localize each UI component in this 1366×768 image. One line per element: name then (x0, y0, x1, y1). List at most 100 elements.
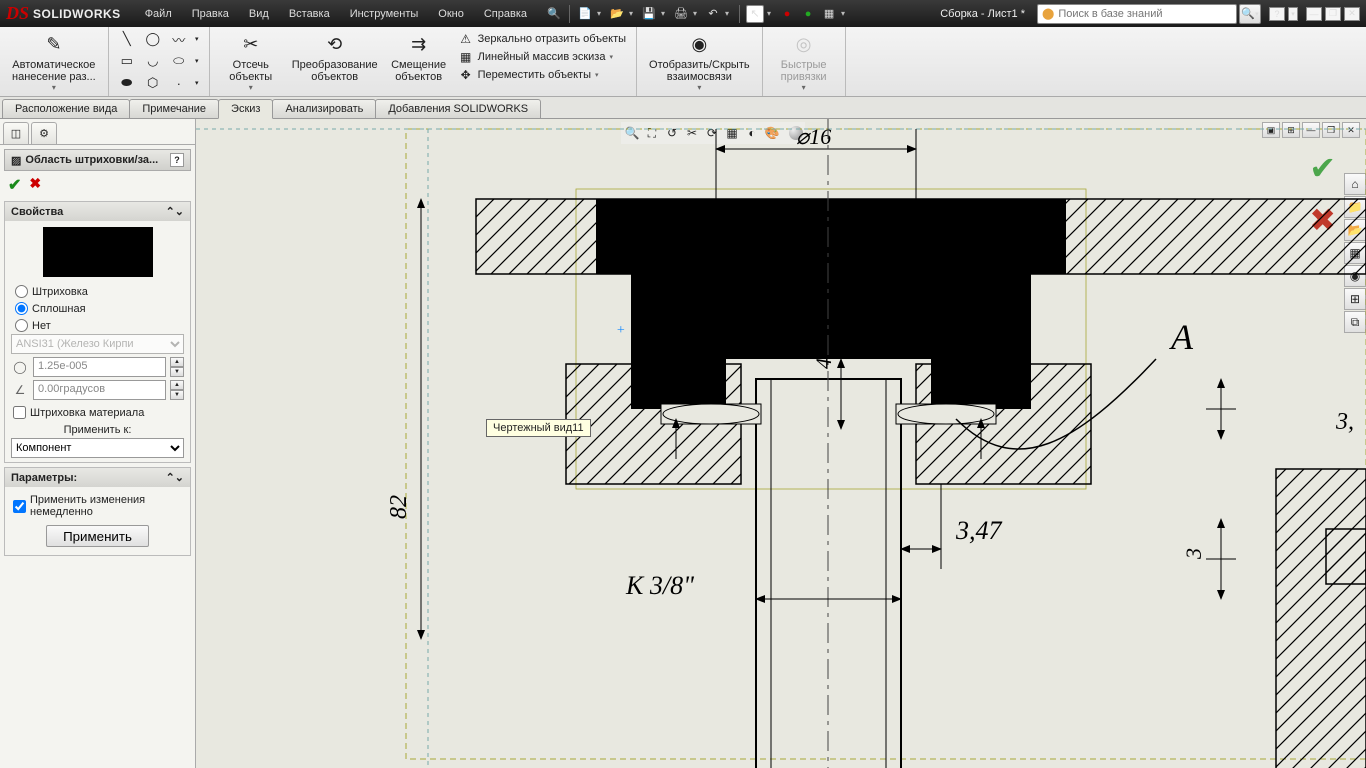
apply-to-select[interactable]: Компонент (11, 438, 184, 458)
tab-annotation[interactable]: Примечание (129, 99, 219, 118)
mirror-button[interactable]: ⚠ Зеркально отразить объекты (458, 31, 626, 47)
save-dd[interactable]: ▾ (661, 9, 669, 18)
menu-edit[interactable]: Правка (182, 4, 239, 24)
panel-tab-property-mgr[interactable]: ⚙ (31, 122, 57, 144)
select-dd[interactable]: ▾ (767, 9, 775, 18)
offset-button[interactable]: ⇉ Смещение объектов (384, 29, 454, 85)
options-icon[interactable]: ▦ (820, 5, 838, 23)
spline-icon[interactable]: 〰 (167, 29, 191, 49)
convert-icon: ⟲ (321, 31, 349, 57)
print-icon[interactable]: 🖨 (672, 5, 690, 23)
rect-icon[interactable]: ▭ (115, 51, 139, 71)
slot-icon[interactable]: ⬬ (115, 73, 139, 93)
apply-immediate-label: Применить изменения немедленно (30, 494, 145, 518)
linear-icon: ▦ (458, 49, 474, 65)
menu-file[interactable]: Файл (135, 4, 182, 24)
dd1[interactable]: ▾ (191, 29, 203, 49)
help-dd[interactable]: ▾ (1288, 7, 1298, 21)
traffic-red-icon[interactable]: ● (778, 5, 796, 23)
opts-dd[interactable]: ▾ (841, 9, 849, 18)
apply-immediate-check[interactable]: Применить изменения немедленно (11, 491, 184, 521)
mirror-label: Зеркально отразить объекты (478, 33, 626, 45)
property-manager-panel: ◫ ⚙ ▨ Область штриховки/за... ? ✔ ✖ Свой… (0, 119, 196, 768)
search-help-icon[interactable]: 🔍 (545, 5, 563, 23)
pm-title-bar: ▨ Область штриховки/за... ? (4, 149, 191, 171)
linear-pattern-button[interactable]: ▦Линейный массив эскиза▾ (458, 49, 626, 65)
menu-window[interactable]: Окно (428, 4, 474, 24)
pm-ok-icon[interactable]: ✔ (8, 175, 21, 195)
dim-mid: 4 (811, 358, 836, 369)
undo-icon[interactable]: ↶ (704, 5, 722, 23)
new-doc-icon[interactable]: 📄 (576, 5, 594, 23)
pm-properties-header[interactable]: Свойства ⌃⌄ (5, 202, 190, 221)
showhide-label: Отобразить/Скрыть взаимосвязи (649, 59, 750, 83)
tab-evaluate[interactable]: Анализировать (272, 99, 376, 118)
search-button[interactable]: 🔍▾ (1239, 4, 1261, 24)
panel-tabs: ◫ ⚙ (0, 119, 195, 145)
circle-icon[interactable]: ◯ (141, 29, 165, 49)
print-dd[interactable]: ▾ (693, 9, 701, 18)
menu-help[interactable]: Справка (474, 4, 537, 24)
trim-button[interactable]: ✂ Отсечь объекты ▾ (216, 29, 286, 94)
menu-insert[interactable]: Вставка (279, 4, 340, 24)
new-dd[interactable]: ▾ (597, 9, 605, 18)
open-dd[interactable]: ▾ (629, 9, 637, 18)
hatch-icon: ▨ (11, 154, 21, 167)
dd2[interactable]: ▾ (191, 51, 203, 71)
radio-none-label: Нет (32, 320, 51, 332)
angle-input[interactable]: 0.00градусов (33, 380, 166, 400)
angle-up[interactable]: ▲ (170, 380, 184, 390)
scale-icon: ◯ (11, 358, 29, 376)
open-icon[interactable]: 📂 (608, 5, 626, 23)
menu-view[interactable]: Вид (239, 4, 279, 24)
collapse-icon-2[interactable]: ⌃⌄ (166, 471, 184, 484)
pm-params-header[interactable]: Параметры: ⌃⌄ (5, 468, 190, 487)
apply-button[interactable]: Применить (46, 525, 149, 547)
panel-tab-feature-tree[interactable]: ◫ (3, 122, 29, 144)
restore-icon[interactable]: ❐ (1325, 7, 1341, 21)
scale-down[interactable]: ▼ (170, 367, 184, 377)
close-icon[interactable]: ✕ (1344, 7, 1360, 21)
scale-up[interactable]: ▲ (170, 357, 184, 367)
show-relations-button[interactable]: ◉ Отобразить/Скрыть взаимосвязи ▾ (643, 29, 756, 94)
save-icon[interactable]: 💾 (640, 5, 658, 23)
traffic-green-icon[interactable]: ● (799, 5, 817, 23)
window-controls: — ❐ ✕ (1306, 7, 1360, 21)
radio-hatch[interactable]: Штриховка (11, 283, 184, 300)
arc-icon[interactable]: ◡ (141, 51, 165, 71)
convert-button[interactable]: ⟲ Преобразование объектов (286, 29, 384, 85)
view-tooltip: Чертежный вид11 (486, 419, 591, 437)
snaps-icon: ◎ (790, 31, 818, 57)
radio-none[interactable]: Нет (11, 317, 184, 334)
menu-tools[interactable]: Инструменты (340, 4, 429, 24)
point-icon[interactable]: · (167, 73, 191, 93)
undo-dd[interactable]: ▾ (725, 9, 733, 18)
polygon-icon[interactable]: ⬡ (141, 73, 165, 93)
material-hatch-check[interactable]: Штриховка материала (11, 403, 184, 422)
smart-dimension-button[interactable]: ✎ Автоматическое нанесение раз... ▾ (6, 29, 102, 94)
dd3[interactable]: ▾ (191, 73, 203, 93)
command-tabs: Расположение вида Примечание Эскиз Анали… (0, 97, 1366, 119)
collapse-icon[interactable]: ⌃⌄ (166, 205, 184, 218)
search-input[interactable] (1058, 8, 1232, 20)
pm-help-icon[interactable]: ? (170, 153, 184, 167)
angle-down[interactable]: ▼ (170, 390, 184, 400)
radio-solid[interactable]: Сплошная (11, 300, 184, 317)
tab-view-layout[interactable]: Расположение вида (2, 99, 130, 118)
main-area: ◫ ⚙ ▨ Область штриховки/за... ? ✔ ✖ Свой… (0, 119, 1366, 768)
move-button[interactable]: ✥Переместить объекты▾ (458, 67, 626, 83)
standard-toolbar: 🔍 📄▾ 📂▾ 💾▾ 🖨▾ ↶▾ ↖▾ ● ● ▦▾ (545, 5, 849, 23)
pattern-select[interactable]: ANSI31 (Железо Кирпи (11, 334, 184, 354)
scale-input[interactable]: 1.25e-005 (33, 357, 166, 377)
tab-addins[interactable]: Добавления SOLIDWORKS (375, 99, 541, 118)
select-icon[interactable]: ↖ (746, 5, 764, 23)
help-icon[interactable]: ? (1269, 7, 1285, 21)
ellipse-icon[interactable]: ⬭ (167, 51, 191, 71)
tab-sketch[interactable]: Эскиз (218, 99, 273, 119)
line-icon[interactable]: ╲ (115, 29, 139, 49)
mirror-icon: ⚠ (458, 31, 474, 47)
pm-cancel-icon[interactable]: ✖ (29, 175, 41, 195)
minimize-icon[interactable]: — (1306, 7, 1322, 21)
knowledge-search[interactable]: ⬤ (1037, 4, 1237, 24)
drawing-canvas[interactable]: 🔍 ⛶ ↺ ✂ ⟳ ▦ ◐ 🎨 ▣ ⊞ — ❐ ✕ ✔ ✖ ⌂ 📁 📂 ▦ (196, 119, 1366, 768)
